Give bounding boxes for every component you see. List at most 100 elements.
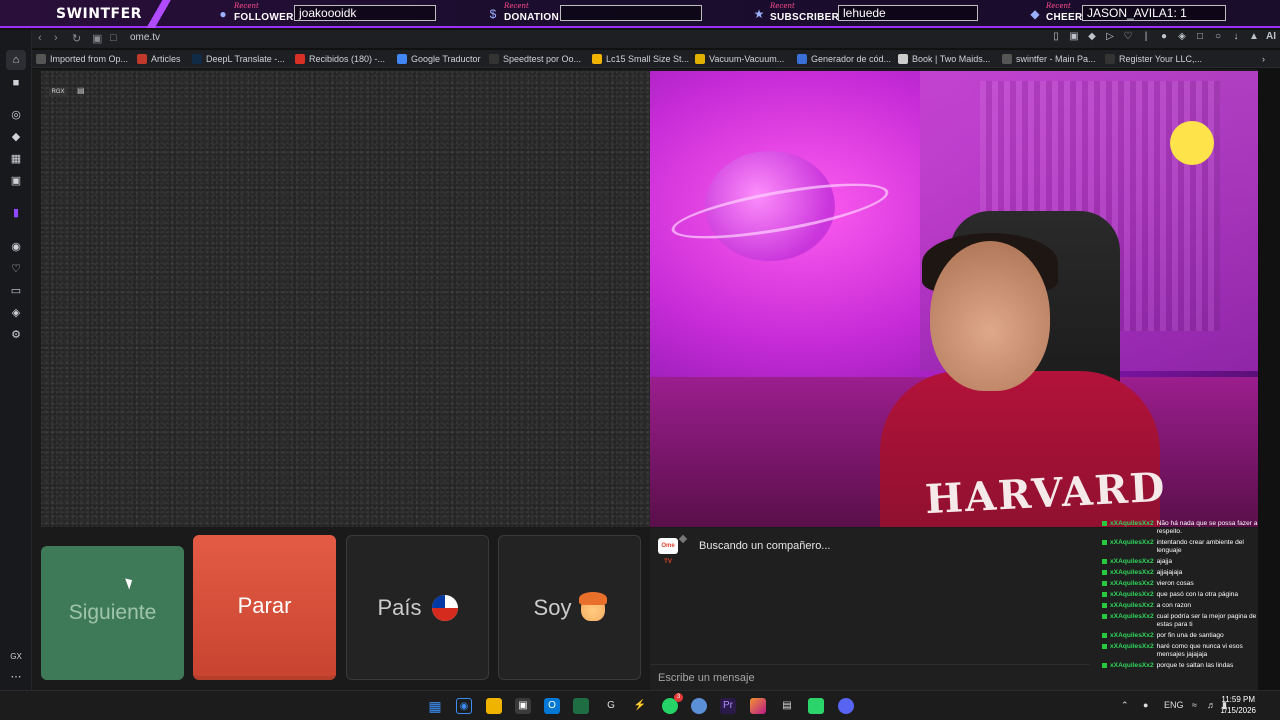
clock[interactable]: 11:59 PM 1/15/2026 (1220, 694, 1256, 716)
profile-icon[interactable]: ○ (1212, 31, 1224, 42)
ai-button[interactable]: AI (1266, 31, 1276, 42)
report-flag-icon[interactable] (678, 534, 688, 544)
stop-button[interactable]: Parar (193, 535, 336, 680)
bolt-icon[interactable]: ⚡ (632, 698, 648, 714)
forward-icon[interactable]: › (54, 32, 58, 44)
settings-icon[interactable]: ⚙ (9, 328, 23, 342)
wifi-icon[interactable]: ≈ (1192, 700, 1197, 710)
pin-icon[interactable]: ▲ (1248, 31, 1260, 42)
bookmark-item[interactable]: Imported from Op... (36, 53, 128, 65)
chart-app-icon[interactable] (573, 698, 589, 714)
ometv-page: RGX ▤ HARVARD Siguiente Parar País Soy O… (32, 69, 1258, 690)
bookmark-item[interactable]: Lc15 Small Size St... (592, 53, 689, 65)
layout-icon[interactable]: ▤ (77, 87, 85, 95)
stream-chat-username: xXAquilesXx2 (1110, 631, 1154, 639)
download-icon[interactable]: ↓ (1230, 31, 1242, 42)
stream-chat-text: que pasó con la otra página (1156, 590, 1239, 598)
stream-chat-message: xXAquilesXx2 haré como que nunca vi esos … (1102, 643, 1258, 659)
instagram-icon[interactable] (750, 698, 766, 714)
premiere-icon[interactable]: Pr (720, 698, 736, 714)
gender-button[interactable]: Soy (498, 535, 641, 680)
bookmark-item[interactable]: Recibidos (180) -... (295, 53, 385, 65)
stream-chat-username: xXAquilesXx2 (1110, 579, 1154, 587)
wallpaper-icon[interactable]: ▦ (9, 152, 23, 166)
volume-icon[interactable]: ♬ (1207, 700, 1216, 710)
outlook-icon[interactable]: O (544, 698, 560, 714)
overlay-donation-label: DONATION (504, 12, 559, 23)
bookmark-item[interactable]: Speedtest por Oo... (489, 53, 581, 65)
stream-chat-text: por fin una de santiago (1156, 631, 1224, 639)
extensions-icon[interactable]: ◈ (1176, 31, 1188, 42)
discord-icon[interactable] (838, 698, 854, 714)
more-icon[interactable]: ⋯ (9, 670, 23, 684)
lock-icon: □ (110, 32, 117, 44)
language-indicator[interactable]: ENG (1164, 700, 1184, 710)
account-icon[interactable]: ● (1158, 31, 1170, 42)
dollar-icon: $ (489, 7, 497, 21)
bookmark-item[interactable]: Generador de cód... (797, 53, 891, 65)
obs-icon[interactable] (808, 698, 824, 714)
star-icon: ★ (753, 7, 765, 21)
store-icon[interactable]: ▣ (515, 698, 531, 714)
tab-icon[interactable]: ▣ (92, 32, 102, 45)
gamepad-icon[interactable]: ■ (9, 76, 23, 90)
stream-overlay-bar: SWINTFER ● Recent FOLLOWER joakoooidk $ … (0, 0, 1280, 28)
stream-chat-message: xXAquilesXx2 ajjajajaja (1102, 569, 1258, 577)
bookmark-item[interactable]: Vacuum-Vacuum... (695, 53, 784, 65)
chat-badge-icon (1102, 570, 1107, 576)
stream-chat-text: haré como que nunca vi esos mensajes jaj… (1156, 642, 1243, 658)
twitch-icon[interactable]: ▮ (9, 206, 23, 220)
wallet-icon[interactable]: □ (1194, 31, 1206, 42)
country-button-label: País (377, 594, 422, 620)
extensions-icon[interactable]: ◈ (9, 306, 23, 320)
diamond-icon: ◆ (1030, 7, 1040, 21)
heart-icon[interactable]: ♡ (9, 262, 23, 276)
bookmark-item[interactable]: Google Traductor (397, 53, 481, 65)
browser-taskbar-icon[interactable]: ◉ (456, 698, 472, 714)
shield-icon[interactable]: ◆ (1086, 31, 1098, 42)
microphone-icon[interactable]: ● (1143, 700, 1148, 710)
gx-icon[interactable]: GX (9, 650, 23, 664)
next-button-label: Siguiente (68, 601, 157, 624)
country-button[interactable]: País (346, 535, 489, 680)
play-icon[interactable]: ▷ (1104, 31, 1116, 42)
reload-icon[interactable]: ↻ (72, 32, 81, 45)
diamond-icon[interactable]: ◆ (9, 130, 23, 144)
overlay-follower: ● Recent FOLLOWER joakoooidk (216, 2, 438, 26)
tray-chevron-icon[interactable]: ⌃ (1121, 700, 1129, 711)
overlay-recent-label: Recent (770, 2, 795, 10)
chat-badge-icon (1102, 662, 1107, 668)
bookmark-item[interactable]: Articles (137, 53, 181, 65)
file-explorer-icon[interactable] (486, 698, 502, 714)
bookmark-item[interactable]: swintfer - Main Pa... (1002, 53, 1096, 65)
generator-icon (797, 54, 807, 64)
heart-icon[interactable]: ♡ (1122, 31, 1134, 42)
back-icon[interactable]: ‹ (38, 32, 42, 44)
player-circle-icon[interactable]: ◉ (9, 240, 23, 254)
overlay-recent-label: Recent (1046, 2, 1071, 10)
globe-app-icon[interactable] (691, 698, 707, 714)
next-button[interactable]: Siguiente (41, 546, 184, 680)
chat-message-input[interactable] (650, 664, 1090, 690)
rgx-badge[interactable]: RGX (49, 87, 67, 97)
stream-chat-message: xXAquilesXx2 Não há nada que se possa faz… (1102, 520, 1258, 536)
chile-flag-icon (431, 594, 458, 621)
capture-icon[interactable]: ▤ (779, 698, 795, 714)
snapshot-icon[interactable]: ▣ (1068, 31, 1080, 42)
bookmark-icon[interactable]: ▯ (1050, 31, 1062, 42)
app-g-icon[interactable]: G (603, 698, 619, 714)
player-icon[interactable]: ▣ (9, 174, 23, 188)
stream-chat-text: intentando crear ambiente del lenguaje (1156, 539, 1244, 555)
folder-icon (36, 54, 46, 64)
radar-icon[interactable]: ◎ (9, 108, 23, 122)
book-icon (898, 54, 908, 64)
overlay-cheer-label: CHEER (1046, 12, 1083, 23)
url-text[interactable]: ome.tv (130, 32, 160, 43)
bookmark-item[interactable]: Register Your LLC,... (1105, 53, 1202, 65)
bookmark-item[interactable]: Book | Two Maids... (898, 53, 990, 65)
note-icon[interactable]: ▭ (9, 284, 23, 298)
bookmark-item[interactable]: DeepL Translate -... (192, 53, 285, 65)
bookmarks-overflow-icon[interactable]: › (1262, 53, 1265, 65)
home-icon[interactable]: ⌂ (6, 50, 26, 70)
windows-start-icon[interactable]: ▦ (427, 698, 443, 714)
